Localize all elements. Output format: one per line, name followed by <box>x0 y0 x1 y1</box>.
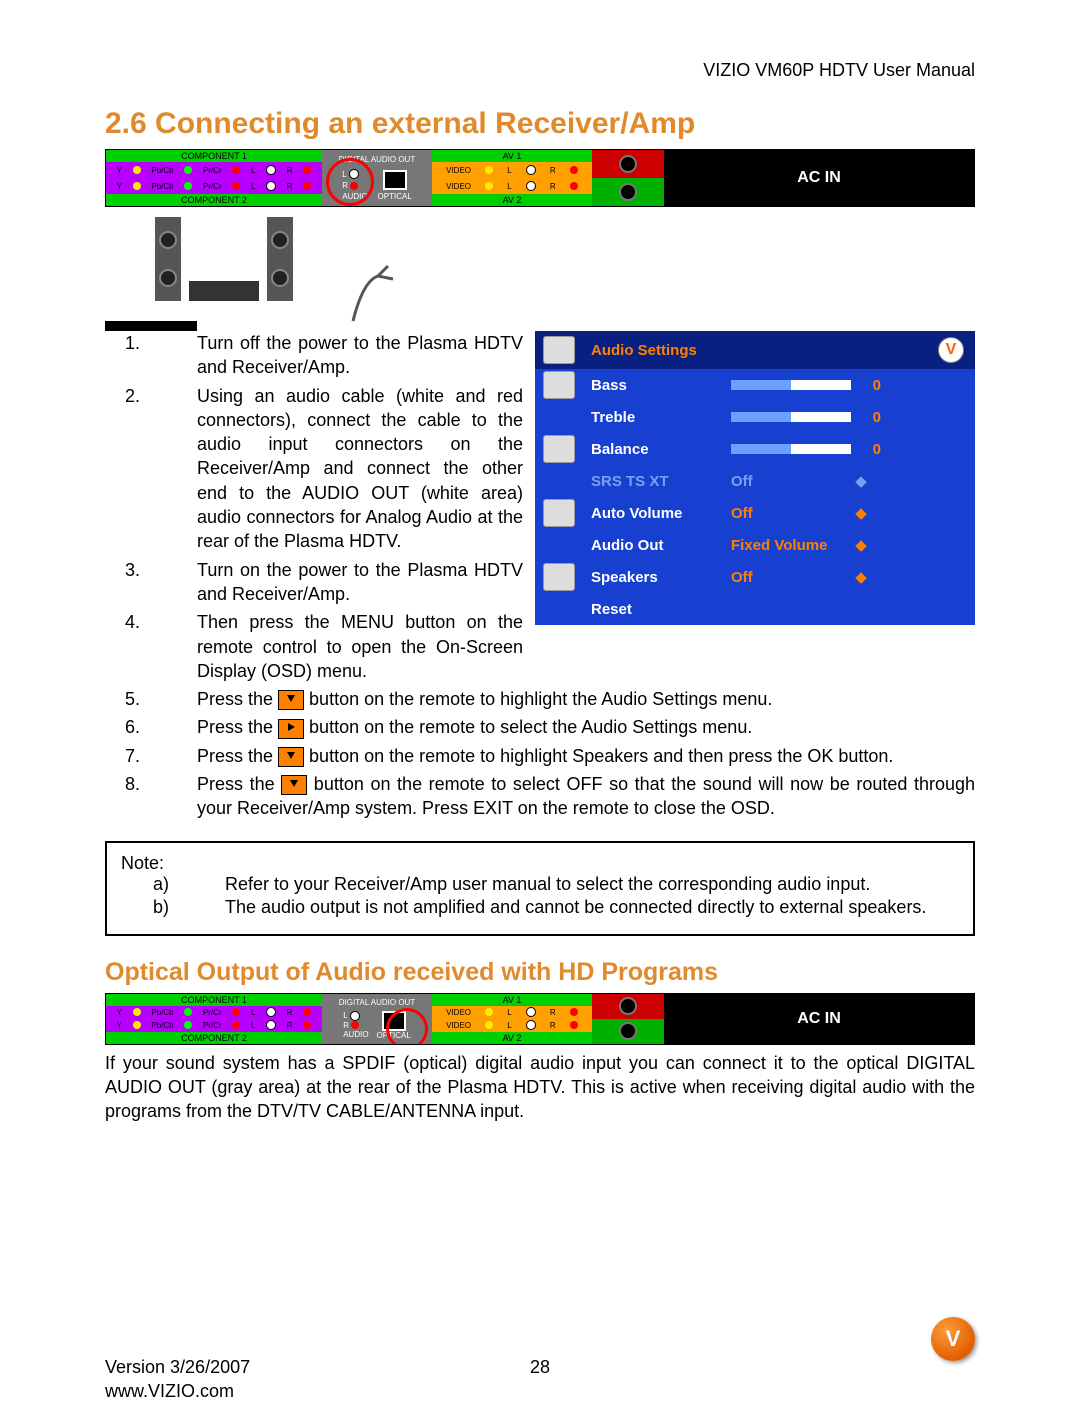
audio-cable-icon <box>333 261 413 331</box>
receiver-icon <box>189 281 259 301</box>
svideo-2-jack <box>592 178 664 206</box>
rear-panel-diagram: COMPONENT 1 YPb/CbPr/CrLR YPb/CbPr/CrLR … <box>105 993 975 1045</box>
component-1-label: COMPONENT 1 <box>106 150 322 162</box>
note-box: Note: a)Refer to your Receiver/Amp user … <box>105 841 975 936</box>
optical-port-icon <box>383 170 407 190</box>
vizio-badge-icon: V <box>938 337 964 363</box>
manual-page: VIZIO VM60P HDTV User Manual 2.6 Connect… <box>0 0 1080 1397</box>
note-title: Note: <box>121 853 959 874</box>
speaker-icon <box>543 371 575 399</box>
version-text: Version 3/26/2007 <box>105 1357 250 1378</box>
highlight-circle-icon <box>326 158 374 206</box>
page-number: 28 <box>530 1357 550 1378</box>
osd-title: Audio Settings <box>583 342 731 359</box>
component-2-label: COMPONENT 2 <box>106 194 322 206</box>
remote-right-button-icon <box>278 719 304 739</box>
remote-down-button-icon <box>278 690 304 710</box>
speaker-system-icon <box>105 207 293 331</box>
rear-panel-diagram: COMPONENT 1 YPb/CbPr/CrLR YPb/CbPr/CrLR … <box>105 149 975 207</box>
ac-in-label: AC IN <box>664 150 974 206</box>
wrench-icon <box>543 563 575 591</box>
tv-icon <box>543 336 575 364</box>
av-1-label: AV 1 <box>432 150 592 162</box>
highlight-circle-icon <box>386 1008 428 1045</box>
optical-body-text: If your sound system has a SPDIF (optica… <box>105 1051 975 1124</box>
url-text: www.VIZIO.com <box>105 1381 234 1402</box>
svideo-1-jack <box>592 150 664 178</box>
vizio-logo-icon: V <box>931 1317 975 1361</box>
remote-down-button-icon <box>278 747 304 767</box>
remote-down-button-icon <box>281 775 307 795</box>
sub-heading: Optical Output of Audio received with HD… <box>105 958 975 987</box>
osd-audio-settings-panel: Audio Settings V Bass0 Treble0 Balance0 … <box>535 331 975 625</box>
section-heading: 2.6 Connecting an external Receiver/Amp <box>105 107 975 141</box>
setup-icon <box>543 499 575 527</box>
document-header: VIZIO VM60P HDTV User Manual <box>105 60 975 81</box>
av-2-label: AV 2 <box>432 194 592 206</box>
lock-icon <box>543 435 575 463</box>
